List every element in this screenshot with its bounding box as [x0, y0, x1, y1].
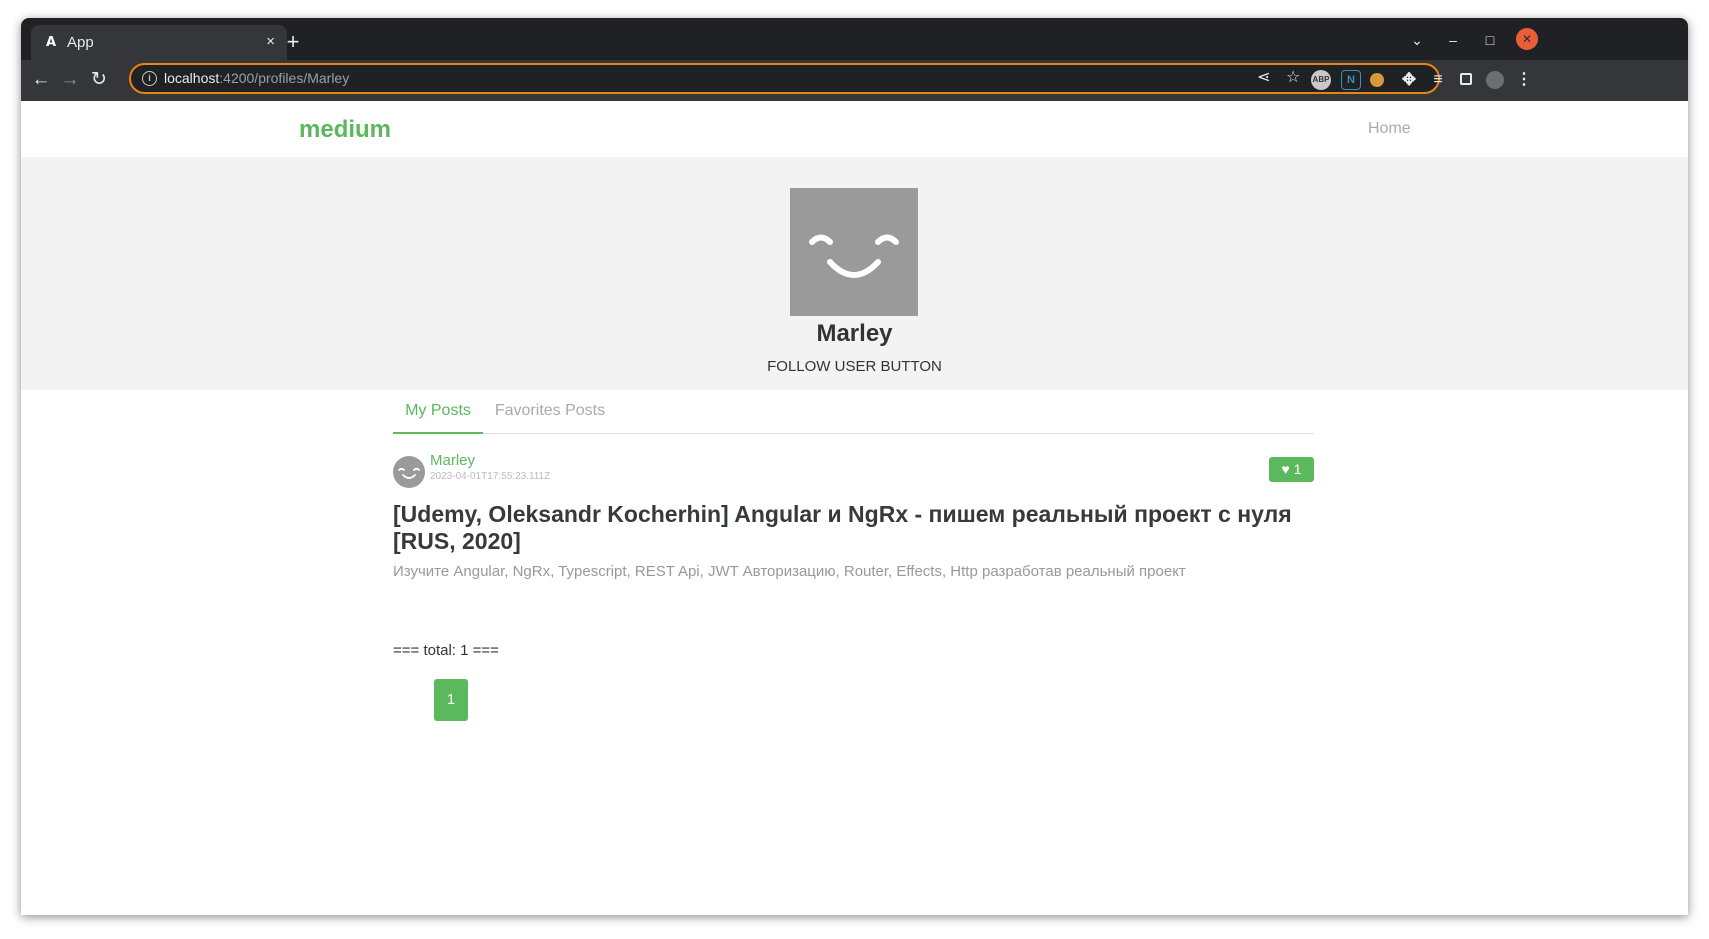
app-navbar: medium Home: [21, 101, 1688, 157]
brand-logo[interactable]: medium: [299, 115, 391, 145]
author-link[interactable]: Marley: [430, 452, 475, 470]
address-bar[interactable]: i localhost:4200/profiles/Marley ⋖ ☆: [129, 63, 1440, 94]
follow-user-button[interactable]: FOLLOW USER BUTTON: [21, 357, 1688, 377]
profile-avatar-icon[interactable]: [1486, 71, 1504, 89]
page-content: medium Home Marley FOLLOW USER BUTTON My…: [21, 101, 1688, 915]
angular-logo-icon: A: [45, 35, 57, 50]
feed-tabs: My Posts Favorites Posts: [393, 390, 1314, 434]
article-description: Изучите Angular, NgRx, Typescript, REST …: [393, 563, 1186, 580]
media-control-icon[interactable]: ≡: [1428, 70, 1448, 90]
forward-arrow-icon[interactable]: →: [59, 69, 81, 91]
tab-strip: A App × + ⌄ – □ ✕: [21, 18, 1688, 60]
share-icon[interactable]: ⋖: [1257, 68, 1270, 88]
profile-banner: Marley FOLLOW USER BUTTON: [21, 157, 1688, 390]
profile-avatar: [790, 188, 918, 316]
new-tab-button[interactable]: +: [281, 31, 305, 55]
nav-link-home[interactable]: Home: [1368, 119, 1411, 139]
favorites-count: 1: [1293, 461, 1302, 477]
info-icon[interactable]: i: [142, 71, 157, 86]
smiley-face-icon: [809, 234, 899, 278]
profile-username: Marley: [816, 320, 893, 347]
url-text[interactable]: localhost:4200/profiles/Marley: [164, 70, 349, 87]
article-title[interactable]: [Udemy, Oleksandr Kocherhin] Angular и N…: [393, 501, 1314, 555]
cookie-extension-icon[interactable]: [1370, 73, 1384, 87]
back-arrow-icon[interactable]: ←: [30, 69, 52, 91]
close-window-icon[interactable]: ✕: [1516, 28, 1538, 50]
article-date: 2023-04-01T17:55:23.111Z: [430, 471, 551, 482]
heart-icon: ♥: [1281, 461, 1290, 477]
tab-my-posts[interactable]: My Posts: [393, 390, 483, 434]
close-tab-icon[interactable]: ×: [266, 33, 275, 51]
tab-search-chevron-icon[interactable]: ⌄: [1406, 29, 1428, 51]
star-icon[interactable]: ☆: [1286, 68, 1300, 88]
total-count: === total: 1 ===: [393, 642, 499, 659]
browser-window: A App × + ⌄ – □ ✕ ← → ↻ i localhost:4200…: [21, 18, 1688, 915]
minimize-icon[interactable]: –: [1442, 29, 1464, 51]
tab-title: App: [67, 34, 94, 51]
favorite-button[interactable]: ♥ 1: [1269, 457, 1314, 482]
puzzle-extensions-icon[interactable]: ✥: [1399, 70, 1419, 90]
pagination-page-1[interactable]: 1: [434, 679, 468, 721]
tab-favorites-posts[interactable]: Favorites Posts: [493, 390, 607, 432]
abp-extension-icon[interactable]: ABP: [1311, 70, 1331, 90]
browser-toolbar: ← → ↻ i localhost:4200/profiles/Marley ⋖…: [21, 60, 1688, 101]
browser-tab[interactable]: A App ×: [31, 25, 287, 60]
n-extension-icon[interactable]: N: [1341, 70, 1361, 90]
reload-icon[interactable]: ↻: [88, 69, 110, 91]
side-panel-icon[interactable]: [1460, 73, 1472, 85]
author-avatar[interactable]: [393, 456, 425, 488]
smiley-face-icon: [398, 467, 420, 479]
maximize-icon[interactable]: □: [1479, 29, 1501, 51]
kebab-menu-icon[interactable]: ⋮: [1514, 70, 1534, 90]
